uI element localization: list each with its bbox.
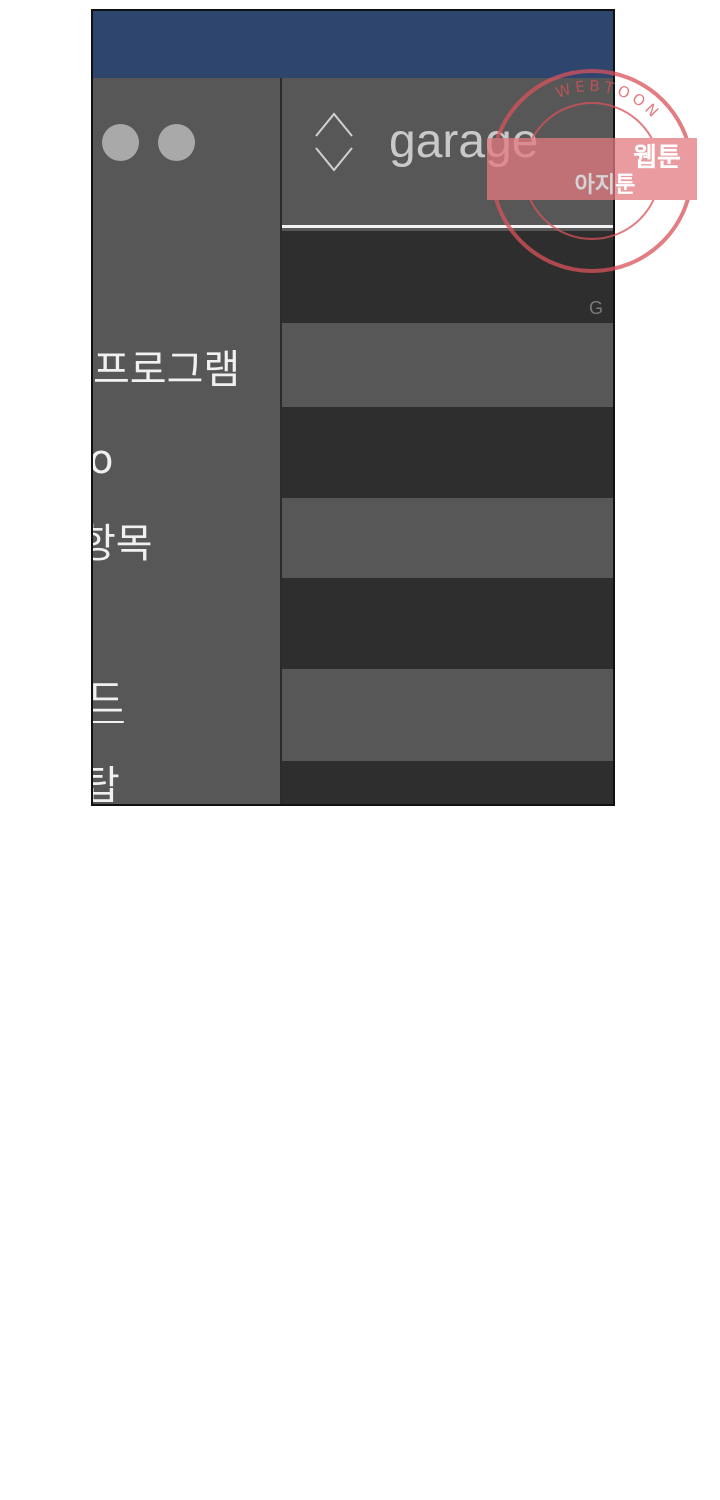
list-row[interactable] [282,578,613,669]
sidebar-item-program[interactable]: 프로그램 [93,346,240,394]
list-row[interactable] [282,323,613,407]
sidebar-item-o[interactable]: o [93,436,113,484]
list-row[interactable] [282,498,613,578]
sidebar-item-entries[interactable]: 항목 [93,520,153,568]
webtoon-stamp-icon: WEBTOON 웹툰 아지툰 [487,69,697,273]
sort-updown-icon[interactable] [312,110,356,174]
svg-text:WEBTOON: WEBTOON [553,77,664,124]
list-row[interactable] [282,669,613,761]
stamp-main-text: 웹툰 [633,143,681,173]
row-label: G [588,298,603,318]
window-control-dot[interactable] [102,124,139,161]
stamp-sub-text: 아지툰 [575,173,636,198]
window-control-dot[interactable] [158,124,195,161]
stamp-ring-text: WEBTOON [553,77,660,124]
list-row[interactable] [282,761,613,804]
sidebar-item-tap[interactable]: 탑 [93,762,120,804]
sidebar-item-link[interactable]: 드 [93,676,124,724]
sidebar: 프로그램 o 항목 드 탑 [93,78,282,804]
list-row[interactable] [282,407,613,498]
